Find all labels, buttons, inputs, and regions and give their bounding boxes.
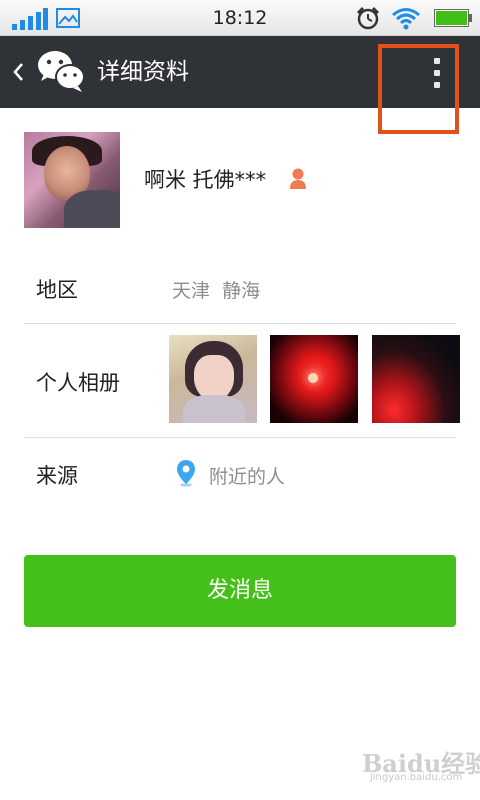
album-photo[interactable]	[372, 335, 460, 423]
region-label: 地区	[36, 278, 78, 302]
send-message-button[interactable]: 发消息	[24, 555, 456, 627]
divider	[24, 323, 456, 324]
watermark-subtext: jingyan.baidu.com	[370, 772, 463, 783]
chevron-left-icon[interactable]	[8, 58, 28, 86]
avatar[interactable]	[24, 132, 120, 228]
highlight-annotation	[378, 44, 459, 134]
source-value: 附近的人	[209, 466, 286, 488]
battery-icon	[434, 9, 472, 27]
region-value: 天津 静海	[172, 280, 261, 302]
album-label: 个人相册	[36, 371, 120, 395]
alarm-icon	[357, 7, 379, 30]
source-label: 来源	[36, 464, 78, 488]
female-icon	[290, 168, 306, 189]
album-photo[interactable]	[169, 335, 257, 423]
divider	[24, 437, 456, 438]
location-pin-icon	[177, 460, 195, 487]
nickname: 啊米 托佛***	[144, 168, 267, 192]
album-photo[interactable]	[270, 335, 358, 423]
page-title: 详细资料	[97, 59, 189, 85]
wechat-logo	[38, 51, 85, 92]
wifi-icon	[392, 8, 420, 30]
watermark: Baidu经验 jingyan.baidu.com	[362, 744, 480, 784]
status-bar: 18:12	[0, 0, 480, 36]
